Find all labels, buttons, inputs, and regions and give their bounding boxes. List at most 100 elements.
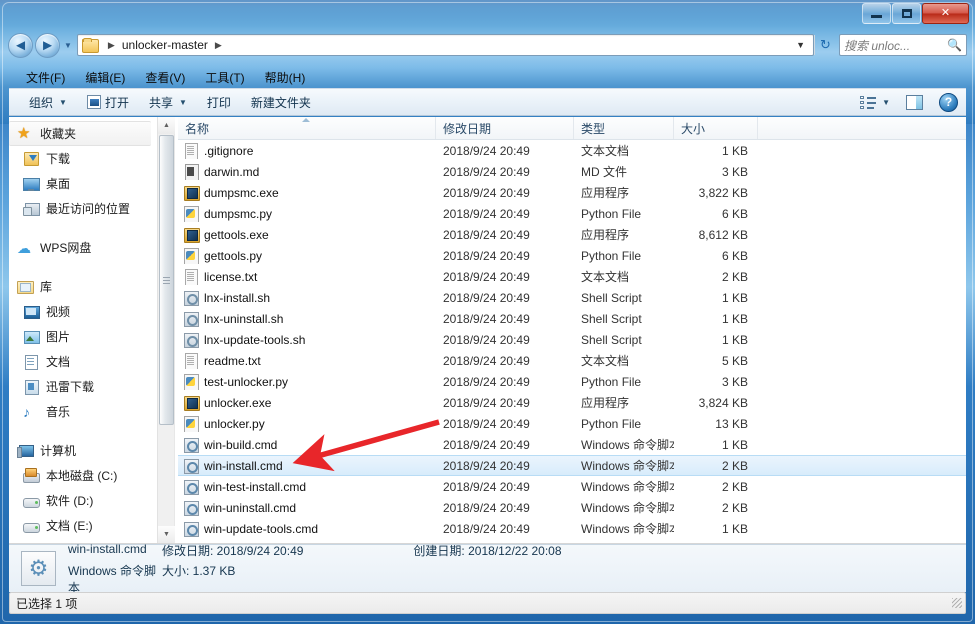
sidebar-item-xunlei-download[interactable]: 迅雷下载: [9, 374, 157, 399]
menu-edit[interactable]: 编辑(E): [76, 67, 134, 88]
file-rows-container: .gitignore 2018/9/24 20:49 文本文档 1 KB darwin.…: [178, 140, 966, 539]
table-row[interactable]: lnx-install.sh 2018/9/24 20:49 Shell Scrip…: [178, 287, 966, 308]
music-icon: ♪: [23, 403, 30, 420]
search-icon: 🔍: [947, 38, 962, 52]
breadcrumb-segment-unlocker-master[interactable]: unlocker-master: [122, 38, 208, 52]
sidebar-item-pictures[interactable]: 图片: [9, 324, 157, 349]
file-name: gettools.exe: [204, 227, 269, 242]
table-row[interactable]: test-unlocker.py 2018/9/24 20:49 Python Fi…: [178, 371, 966, 392]
column-header-size[interactable]: 大小: [674, 117, 758, 139]
share-button[interactable]: 共享 ▼: [139, 91, 197, 113]
column-header-type[interactable]: 类型: [574, 117, 674, 139]
organize-button[interactable]: 组织 ▼: [19, 91, 77, 113]
search-input[interactable]: 搜索 unloc...: [844, 37, 947, 54]
python-file-icon: [183, 373, 199, 390]
table-row[interactable]: win-test-install.cmd 2018/9/24 20:49 Windo…: [178, 476, 966, 497]
file-size-cell: 1 KB: [721, 290, 748, 305]
sidebar-item-drive-d[interactable]: 软件 (D:): [9, 488, 157, 513]
preview-pane-icon[interactable]: [906, 94, 923, 110]
sidebar-item-favorites[interactable]: ★ 收藏夹: [9, 121, 151, 146]
chevron-down-icon[interactable]: ▼: [790, 40, 811, 50]
table-row[interactable]: lnx-uninstall.sh 2018/9/24 20:49 Shell Scr…: [178, 308, 966, 329]
maximize-button[interactable]: [892, 3, 921, 24]
column-label: 修改日期: [443, 121, 492, 136]
open-file-icon: [86, 95, 101, 109]
table-row[interactable]: lnx-update-tools.sh 2018/9/24 20:49 Shell …: [178, 329, 966, 350]
sidebar-label: 下载: [46, 152, 71, 166]
menu-view[interactable]: 查看(V): [136, 67, 194, 88]
sidebar-item-wps-cloud[interactable]: ☁ WPS网盘: [9, 235, 157, 260]
sidebar-item-local-disk-c[interactable]: 本地磁盘 (C:): [9, 463, 157, 488]
new-folder-label: 新建文件夹: [250, 95, 311, 110]
column-header-name[interactable]: 名称: [178, 117, 436, 139]
sidebar-item-music[interactable]: ♪ 音乐: [9, 399, 157, 424]
file-name-cell: dumpsmc.py: [178, 205, 436, 222]
table-row[interactable]: dumpsmc.exe 2018/9/24 20:49 应用程序 3,822 KB: [178, 182, 966, 203]
caption-button-group: ✕: [861, 3, 969, 24]
open-label: 打开: [104, 95, 129, 110]
scroll-down-button[interactable]: ▼: [158, 526, 175, 543]
back-button[interactable]: ◄: [8, 32, 33, 58]
minimize-button[interactable]: [862, 3, 891, 24]
file-name: lnx-uninstall.sh: [204, 311, 284, 326]
table-row[interactable]: win-build.cmd 2018/9/24 20:49 Windows 命令脚本…: [178, 434, 966, 455]
file-size-cell: 1 KB: [721, 143, 748, 158]
sidebar-item-recent-places[interactable]: 最近访问的位置: [9, 196, 157, 221]
new-folder-button[interactable]: 新建文件夹: [241, 91, 321, 113]
file-name-cell: win-test-install.cmd: [178, 479, 436, 495]
forward-button[interactable]: ►: [35, 32, 60, 58]
sidebar-item-desktop[interactable]: 桌面: [9, 171, 157, 196]
file-name: win-update-tools.cmd: [204, 521, 319, 536]
refresh-button[interactable]: ↻: [814, 35, 836, 55]
table-row[interactable]: .gitignore 2018/9/24 20:49 文本文档 1 KB: [178, 140, 966, 161]
sidebar-label: 文档 (E:): [46, 519, 93, 533]
scroll-up-button[interactable]: ▲: [158, 117, 175, 134]
sort-ascending-icon: [301, 118, 310, 122]
table-row[interactable]: unlocker.py 2018/9/24 20:49 Python File 13 …: [178, 413, 966, 434]
file-name-cell: darwin.md: [178, 163, 436, 180]
resize-grip-icon[interactable]: [952, 598, 962, 608]
table-row[interactable]: gettools.py 2018/9/24 20:49 Python File 6 K…: [178, 245, 966, 266]
column-header-filler: [758, 117, 966, 139]
menu-help[interactable]: 帮助(H): [256, 67, 315, 88]
change-view-icon[interactable]: [860, 95, 877, 109]
md-file-icon: [183, 163, 199, 180]
table-row[interactable]: win-update-tools.cmd 2018/9/24 20:49 Windo…: [178, 518, 966, 539]
sidebar-item-libraries[interactable]: 库: [9, 274, 157, 299]
table-row[interactable]: win-uninstall.cmd 2018/9/24 20:49 Windows …: [178, 497, 966, 518]
computer-icon: [17, 443, 34, 459]
table-row[interactable]: win-install.cmd 2018/9/24 20:49 Windows 命令…: [178, 455, 966, 476]
sidebar-item-documents[interactable]: 文档: [9, 349, 157, 374]
table-row[interactable]: darwin.md 2018/9/24 20:49 MD 文件 3 KB: [178, 161, 966, 182]
menu-tools[interactable]: 工具(T): [196, 67, 253, 88]
table-row[interactable]: license.txt 2018/9/24 20:49 文本文档 2 KB: [178, 266, 966, 287]
scrollbar-thumb[interactable]: [159, 135, 174, 425]
table-row[interactable]: unlocker.exe 2018/9/24 20:49 应用程序 3,824 KB: [178, 392, 966, 413]
column-header-date[interactable]: 修改日期: [436, 117, 574, 139]
search-box[interactable]: 搜索 unloc... 🔍: [839, 34, 967, 56]
open-button[interactable]: 打开: [77, 91, 139, 113]
column-label: 名称: [185, 121, 210, 136]
recent-pages-dropdown[interactable]: ▼: [64, 41, 72, 50]
command-toolbar: 组织 ▼ 打开 共享 ▼ 打印 新建文件夹 ▼ ?: [9, 88, 966, 116]
print-button[interactable]: 打印: [197, 91, 241, 113]
breadcrumb-chevron-trail-icon[interactable]: ▶: [208, 40, 229, 51]
cmd-file-icon: [183, 500, 199, 516]
view-chevron-down-icon[interactable]: ▼: [882, 98, 890, 107]
navigation-pane-scrollbar[interactable]: ▲ ▼: [157, 117, 175, 543]
organize-label: 组织: [29, 95, 54, 110]
table-row[interactable]: dumpsmc.py 2018/9/24 20:49 Python File 6 KB: [178, 203, 966, 224]
sidebar-item-computer[interactable]: 计算机: [9, 438, 157, 463]
sidebar-item-drive-e[interactable]: 文档 (E:): [9, 513, 157, 538]
help-icon[interactable]: ?: [939, 92, 958, 112]
menu-file[interactable]: 文件(F): [17, 67, 74, 88]
sidebar-item-videos[interactable]: 视频: [9, 299, 157, 324]
picture-icon: [23, 329, 40, 345]
sidebar-item-downloads[interactable]: 下载: [9, 146, 157, 171]
close-button[interactable]: ✕: [922, 3, 969, 24]
table-row[interactable]: readme.txt 2018/9/24 20:49 文本文档 5 KB: [178, 350, 966, 371]
address-bar[interactable]: ▶ unlocker-master ▶ ▼: [76, 34, 814, 56]
table-row[interactable]: gettools.exe 2018/9/24 20:49 应用程序 8,612 KB: [178, 224, 966, 245]
file-date-cell: 2018/9/24 20:49: [443, 374, 530, 389]
